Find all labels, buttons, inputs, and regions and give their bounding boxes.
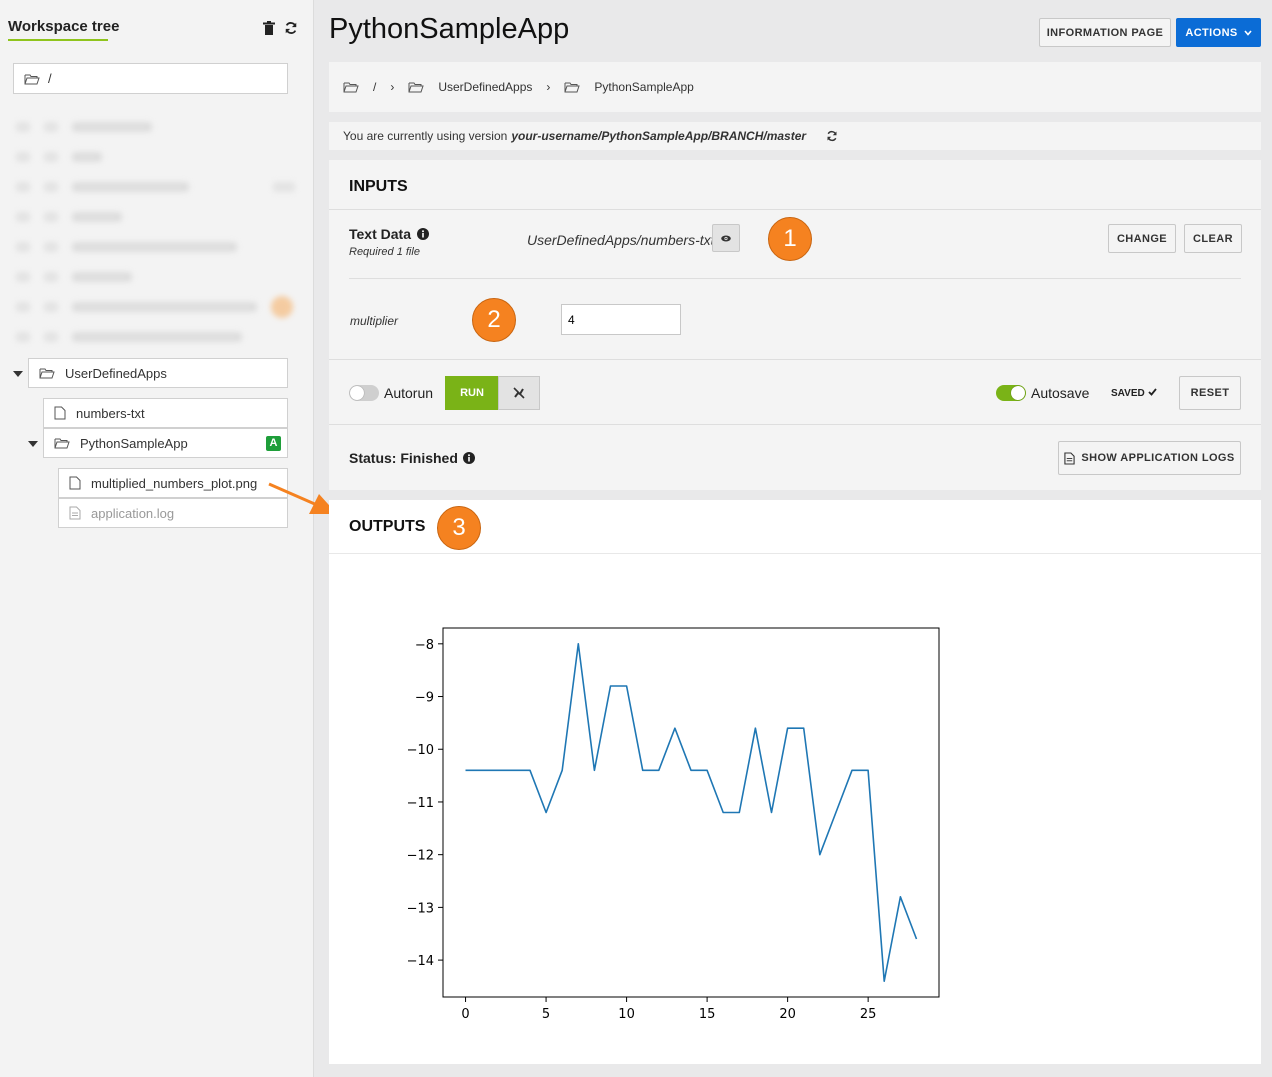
y-tick-label: −12 xyxy=(407,849,434,864)
plot-frame xyxy=(442,627,940,998)
text-data-value: UserDefinedApps/numbers-txt xyxy=(527,232,715,248)
y-tick-label: −9 xyxy=(415,691,434,706)
folder-open-icon xyxy=(408,82,425,93)
show-logs-label: SHOW APPLICATION LOGS xyxy=(1081,452,1235,464)
file-text-icon xyxy=(1064,451,1076,465)
autorun-label: Autorun xyxy=(384,385,434,401)
sidebar-tools xyxy=(262,20,298,36)
annotation-marker-3: 3 xyxy=(437,506,481,550)
main-content: PythonSampleApp INFORMATION PAGE ACTIONS… xyxy=(314,0,1272,1077)
caret-down-icon[interactable] xyxy=(28,441,38,447)
divider xyxy=(329,359,1261,360)
annotation-marker-2: 2 xyxy=(472,298,516,342)
tree-item-label: UserDefinedApps xyxy=(65,365,167,381)
folder-open-icon xyxy=(564,82,581,93)
actions-button[interactable]: ACTIONS xyxy=(1176,18,1261,47)
x-tick-label: 0 xyxy=(461,1007,469,1022)
app-badge: A xyxy=(266,435,281,451)
saved-status: SAVED xyxy=(1111,388,1157,399)
run-off-icon xyxy=(513,387,525,399)
inputs-panel: INPUTS Text Data Required 1 file UserDef… xyxy=(329,160,1261,490)
autosave-toggle[interactable] xyxy=(996,385,1026,401)
file-text-icon xyxy=(69,506,81,520)
annotation-marker-1: 1 xyxy=(768,217,812,261)
divider xyxy=(329,424,1261,425)
inputs-heading: INPUTS xyxy=(349,178,408,195)
sidebar-title: Workspace tree xyxy=(8,18,120,35)
tree-item-userdefinedapps[interactable]: UserDefinedApps xyxy=(28,358,288,388)
file-icon xyxy=(69,476,81,490)
y-tick-label: −13 xyxy=(407,901,434,916)
folder-open-icon xyxy=(39,368,55,379)
preview-button[interactable] xyxy=(712,224,740,252)
tree-item-pythonsampleapp[interactable]: PythonSampleApp A xyxy=(43,428,288,458)
version-bar: You are currently using version your-use… xyxy=(329,122,1261,150)
workspace-sidebar: Workspace tree / UserDefinedApps numbers… xyxy=(0,0,314,1077)
folder-open-icon xyxy=(54,438,70,449)
chevron-down-icon xyxy=(1244,29,1252,36)
status-label: Status: Finished xyxy=(349,450,475,466)
divider xyxy=(349,278,1241,279)
run-button[interactable]: RUN xyxy=(445,376,499,410)
breadcrumb-separator: › xyxy=(546,80,551,94)
tree-item-log-file[interactable]: application.log xyxy=(58,498,288,528)
trash-icon[interactable] xyxy=(262,20,276,36)
outputs-panel: OUTPUTS 3 0 5 10 15 20 25 −8 −9 −10 −11 −12 −13 −14 xyxy=(329,500,1261,1064)
x-tick-label: 20 xyxy=(779,1007,796,1022)
tree-item-plot-file[interactable]: multiplied_numbers_plot.png xyxy=(58,468,288,498)
multiplier-input[interactable] xyxy=(561,304,681,335)
refresh-icon[interactable] xyxy=(284,20,298,36)
breadcrumb-item[interactable]: UserDefinedApps xyxy=(438,80,532,94)
check-icon xyxy=(1147,388,1157,396)
tree-item-label: numbers-txt xyxy=(76,405,145,421)
file-icon xyxy=(54,406,66,420)
text-data-hint: Required 1 file xyxy=(349,246,420,258)
tree-item-label: multiplied_numbers_plot.png xyxy=(91,475,258,491)
breadcrumb-item[interactable]: PythonSampleApp xyxy=(594,80,693,94)
x-tick-label: 5 xyxy=(542,1007,550,1022)
change-button[interactable]: CHANGE xyxy=(1108,224,1176,253)
output-plot: 0 5 10 15 20 25 −8 −9 −10 −11 −12 −13 −14 xyxy=(407,627,940,1022)
outputs-heading: OUTPUTS xyxy=(349,518,426,535)
version-value: your-username/PythonSampleApp/BRANCH/mas… xyxy=(511,129,807,143)
path-input[interactable]: / xyxy=(13,63,288,94)
caret-down-icon[interactable] xyxy=(13,371,23,377)
blurred-tree-items xyxy=(10,112,295,355)
actions-label: ACTIONS xyxy=(1185,26,1238,39)
information-page-button[interactable]: INFORMATION PAGE xyxy=(1039,18,1171,47)
x-tick-label: 10 xyxy=(618,1007,635,1022)
folder-open-icon xyxy=(343,82,359,93)
reset-button[interactable]: RESET xyxy=(1179,376,1241,410)
multiplier-label: multiplier xyxy=(350,314,399,328)
show-logs-button[interactable]: SHOW APPLICATION LOGS xyxy=(1058,441,1241,475)
divider xyxy=(329,553,1261,554)
x-tick-label: 15 xyxy=(699,1007,716,1022)
tree-item-label: application.log xyxy=(91,505,175,521)
text-data-label: Text Data xyxy=(349,226,429,242)
divider xyxy=(329,209,1261,210)
tree-item-label: PythonSampleApp xyxy=(80,435,188,451)
version-prefix: You are currently using version xyxy=(343,129,508,143)
tree-item-numbers-txt[interactable]: numbers-txt xyxy=(43,398,288,428)
breadcrumb: / › UserDefinedApps › PythonSampleApp xyxy=(329,62,1261,112)
autorun-toggle[interactable] xyxy=(349,385,379,401)
info-icon[interactable] xyxy=(462,452,475,464)
clear-button[interactable]: CLEAR xyxy=(1184,224,1242,253)
stop-button[interactable] xyxy=(498,376,540,410)
y-tick-label: −14 xyxy=(407,954,434,969)
page-title: PythonSampleApp xyxy=(329,13,570,45)
info-icon[interactable] xyxy=(416,228,429,240)
x-tick-label: 25 xyxy=(860,1007,877,1022)
y-tick-label: −11 xyxy=(407,796,434,811)
y-tick-label: −8 xyxy=(415,638,434,653)
breadcrumb-separator: › xyxy=(390,80,395,94)
autosave-label: Autosave xyxy=(1031,385,1090,401)
y-tick-label: −10 xyxy=(407,743,434,758)
path-value: / xyxy=(48,71,52,86)
refresh-icon[interactable] xyxy=(826,130,838,142)
sidebar-title-underline xyxy=(8,39,108,41)
folder-open-icon xyxy=(24,74,40,84)
breadcrumb-root[interactable]: / xyxy=(373,80,376,94)
eye-icon xyxy=(721,235,731,241)
